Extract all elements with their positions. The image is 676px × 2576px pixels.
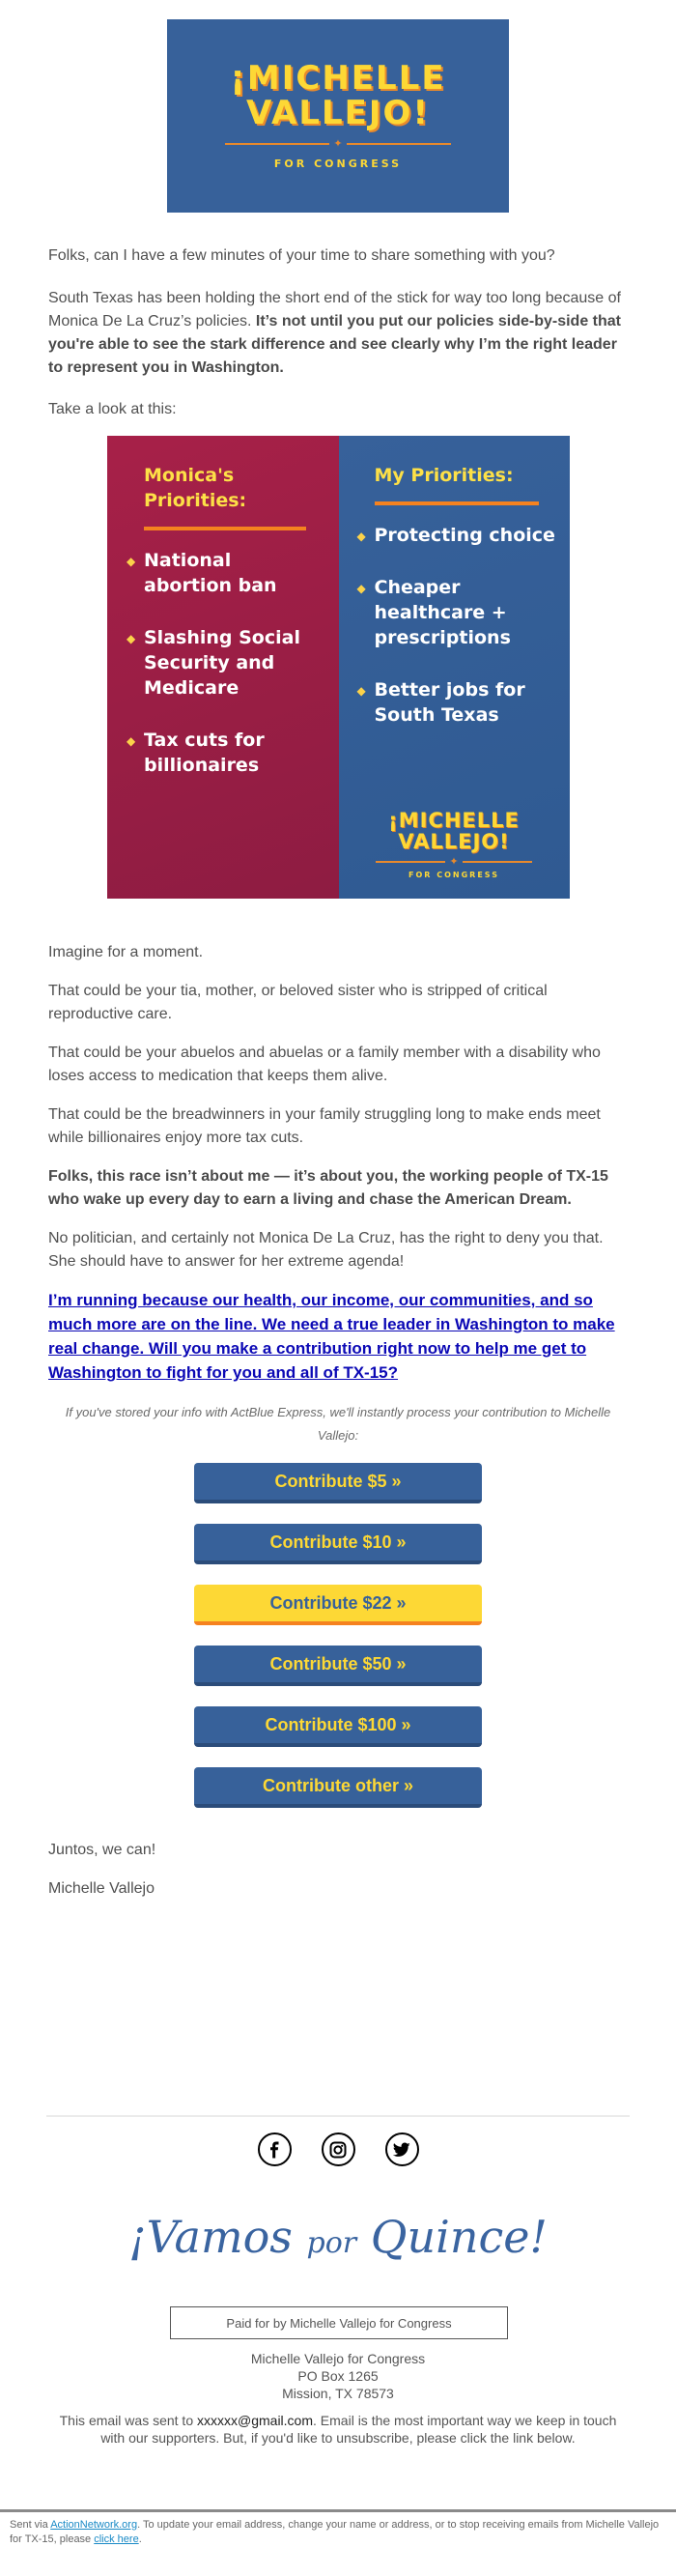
priority-text: Protecting choice [374,525,555,546]
twitter-icon[interactable] [384,2132,419,2166]
contribute-5-button[interactable]: Contribute $5 » [194,1463,482,1503]
logo-name-line1: ¡MICHELLE [388,808,520,832]
contribute-100-button[interactable]: Contribute $100 » [194,1706,482,1747]
logo-subtitle: FOR CONGRESS [273,157,403,170]
diamond-bullet-icon: ◆ [127,734,136,748]
click-here-link[interactable]: click here [94,2533,138,2545]
contribute-10-button[interactable]: Contribute $10 » [194,1524,482,1564]
instagram-icon[interactable] [321,2132,355,2166]
priority-text: Slashing Social Security and Medicare [144,627,300,699]
address-line: Mission, TX 78573 [282,2386,394,2401]
priority-item: ◆ Cheaper healthcare + prescriptions [339,575,571,650]
priorities-comparison-graphic: Monica's Priorities: ◆ National abortion … [107,436,570,899]
unsubscribe-notice: This email was sent to xxxxxx@gmail.com.… [48,2412,628,2447]
paragraph-imagine: Imagine for a moment. [48,944,204,960]
diamond-bullet-icon: ◆ [127,555,136,568]
action-network-link[interactable]: ActionNetwork.org [50,2519,137,2531]
paragraph-no-politician: No politician, and certainly not Monica … [48,1230,604,1270]
paragraph-race-about-you: Folks, this race isn’t about me — it’s a… [48,1168,608,1208]
slogan-part: Quince! [370,2211,548,2263]
mailing-address: Michelle Vallejo for Congress PO Box 126… [48,2350,628,2402]
contribution-link[interactable]: I’m running because our health, our inco… [48,1291,615,1382]
texas-star-icon: ✦ [333,137,343,150]
mini-campaign-logo: ¡MICHELLE VALLEJO! ✦ FOR CONGRESS [375,810,534,879]
priority-text: Tax cuts for billionaires [144,730,265,776]
paid-for-disclaimer: Paid for by Michelle Vallejo for Congres… [170,2306,508,2339]
diamond-bullet-icon: ◆ [356,582,366,595]
signature: Michelle Vallejo [48,1880,155,1897]
logo-name-line2: VALLEJO! [246,94,430,132]
paragraph-contribution-link: I’m running because our health, our inco… [48,1289,628,1386]
address-line: PO Box 1265 [297,2368,379,2384]
column-title: Monica's Priorities: [144,465,247,511]
footer-rule [0,2509,676,2512]
diamond-bullet-icon: ◆ [127,632,136,645]
priority-list: ◆ National abortion ban ◆ Slashing Social … [107,548,339,778]
paragraph-abuelos: That could be your abuelos and abuelas o… [48,1045,601,1084]
vamos-por-quince-slogan: ¡Vamos por Quince! [48,2208,628,2273]
actblue-note: If you've stored your info with ActBlue … [65,1405,611,1443]
rule-line [376,860,446,863]
footer-text: . [138,2533,142,2545]
priority-item: ◆ Slashing Social Security and Medicare [107,625,339,701]
rule-line [346,143,451,146]
slogan-part: ¡Vamos [128,2211,293,2263]
header-logo: ¡MICHELLE VALLEJO! ✦ FOR CONGRESS [167,19,509,213]
logo-rule: ✦ [225,137,451,150]
contribute-other-button[interactable]: Contribute other » [194,1767,482,1808]
diamond-bullet-icon: ◆ [356,684,366,698]
rule-line [462,860,532,863]
diamond-bullet-icon: ◆ [356,530,366,543]
recipient-email: xxxxxx@gmail.com [197,2413,314,2428]
action-network-footer: Sent via ActionNetwork.org. To update yo… [10,2518,671,2547]
monica-priorities-column: Monica's Priorities: ◆ National abortion … [107,436,339,899]
footer-text: Sent via [10,2519,51,2531]
logo-name-line2: VALLEJO! [398,829,510,853]
priority-item: ◆ National abortion ban [107,548,339,598]
my-priorities-column: My Priorities: ◆ Protecting choice ◆ Cheap… [338,436,571,899]
slogan-part: por [306,2226,357,2260]
social-links [48,2132,628,2166]
priority-item: ◆ Protecting choice [339,523,571,548]
priority-list: ◆ Protecting choice ◆ Cheaper healthcare +… [339,523,571,728]
column-rule [374,501,539,505]
paragraph-south-texas: South Texas has been holding the short e… [48,287,628,380]
address-line: Michelle Vallejo for Congress [250,2351,426,2366]
priority-item: ◆ Tax cuts for billionaires [107,728,339,778]
logo-rule: ✦ [376,855,532,868]
paragraph-breadwinners: That could be the breadwinners in your f… [48,1106,601,1146]
priority-text: Better jobs for South Texas [374,679,525,726]
contribute-50-button[interactable]: Contribute $50 » [194,1646,482,1686]
rule-line [225,143,330,146]
closing-line: Juntos, we can! [48,1842,156,1858]
contribute-22-button[interactable]: Contribute $22 » [194,1585,482,1625]
column-rule [144,527,306,530]
paragraph-tia: That could be your tia, mother, or belov… [48,983,548,1022]
facebook-icon[interactable] [257,2132,292,2166]
priority-text: National abortion ban [144,550,277,596]
logo-name-line1: ¡MICHELLE [230,59,446,99]
column-title: My Priorities: [374,465,514,486]
logo-subtitle: FOR CONGRESS [408,871,499,879]
paragraph-intro: Folks, can I have a few minutes of your … [48,247,555,264]
paragraph-take-a-look: Take a look at this: [48,401,177,417]
footer-divider [46,2115,630,2117]
priority-item: ◆ Better jobs for South Texas [339,677,571,728]
notice-text: This email was sent to [59,2413,197,2428]
priority-text: Cheaper healthcare + prescriptions [374,577,511,648]
texas-star-icon: ✦ [449,855,459,868]
